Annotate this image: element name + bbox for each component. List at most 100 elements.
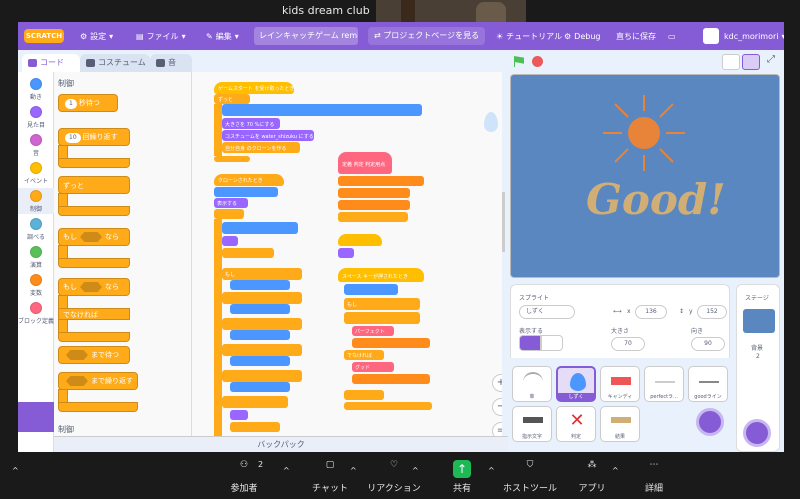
caret-up-icon[interactable]: ^ <box>612 466 619 475</box>
if-block-d[interactable] <box>222 344 302 356</box>
category-control[interactable]: 制御 <box>18 188 54 214</box>
receive-hat-block[interactable]: ゲームスタート を受け取ったとき <box>214 82 294 94</box>
goto-block[interactable] <box>214 187 278 197</box>
backpack[interactable]: バックパック <box>54 436 508 452</box>
wait-block[interactable]: 1 秒待つ <box>58 94 118 112</box>
project-page-button[interactable]: ⇄ プロジェクトページを見る <box>368 27 486 45</box>
caret-up-icon[interactable]: ^ <box>12 466 19 475</box>
add-backdrop-icon[interactable] <box>743 419 771 447</box>
create-clone-block[interactable]: 自分自身 のクローンを作る <box>222 142 300 153</box>
direction-input[interactable]: 90 <box>691 337 725 351</box>
participants-button[interactable]: ⚇ 参加者 <box>214 452 274 499</box>
caret-up-icon[interactable]: ^ <box>350 466 357 475</box>
x-input[interactable]: 136 <box>635 305 667 319</box>
sprite-tile-drop[interactable]: しずく <box>556 366 596 402</box>
change-score-block[interactable] <box>352 338 430 348</box>
change-score-block-2[interactable] <box>352 374 430 384</box>
sprite-tile-judge[interactable]: ✕ 判定 <box>556 406 596 442</box>
show-eye-icon[interactable] <box>519 335 541 351</box>
code-workspace[interactable]: ゲームスタート を受け取ったとき ずっと 大きさを 70 %にする コスチューム… <box>192 72 502 452</box>
hide-eye-icon[interactable] <box>541 335 563 351</box>
category-events[interactable]: イベント <box>18 162 54 185</box>
set-variable-block-3[interactable] <box>338 200 410 210</box>
forever-block-2[interactable] <box>214 209 244 219</box>
if-block-h[interactable] <box>344 312 420 324</box>
file-menu[interactable]: ▤ ファイル ▾ <box>136 22 186 50</box>
create-clone-block-2[interactable] <box>338 212 408 222</box>
caret-up-icon[interactable]: ^ <box>412 466 419 475</box>
fullscreen-icon[interactable]: ⤢ <box>762 54 780 70</box>
size-input[interactable]: 70 <box>611 337 645 351</box>
normal-stage-icon[interactable] <box>742 54 760 70</box>
if-block-c[interactable] <box>222 318 302 330</box>
condition-slot[interactable] <box>80 232 102 242</box>
stop-icon[interactable] <box>532 56 543 67</box>
caret-up-icon[interactable]: ^ <box>488 466 495 475</box>
if-block-f[interactable] <box>222 396 288 408</box>
category-sensing[interactable]: 調べる <box>18 218 54 241</box>
change-x-block-5[interactable] <box>230 382 290 392</box>
category-variables[interactable]: 変数 <box>18 274 54 297</box>
save-now-button[interactable]: 直ちに保存 <box>616 22 656 50</box>
my-stuff-icon[interactable]: ▭ <box>668 22 676 50</box>
stage-thumbnail[interactable] <box>743 309 775 333</box>
chat-button[interactable]: ▢ チャット <box>300 452 360 499</box>
glide-block[interactable] <box>222 104 422 116</box>
change-y-block[interactable] <box>222 222 298 234</box>
key-pressed-hat[interactable]: スペース キーが押されたとき <box>338 268 424 282</box>
if-block-g[interactable]: もし <box>344 298 420 310</box>
wait-until-block[interactable]: まで待つ <box>58 346 130 364</box>
sprite-tile-perfect-line[interactable]: perfectラ... <box>644 366 684 402</box>
forever-block[interactable]: ずっと <box>214 94 250 104</box>
costume-block[interactable]: コスチュームを water_shizuku にする <box>222 130 314 141</box>
debug-button[interactable]: ⚙ Debug <box>564 22 600 50</box>
show-block[interactable]: 表示する <box>214 198 248 208</box>
category-looks[interactable]: 見た目 <box>18 106 54 129</box>
hide-block[interactable] <box>222 236 238 246</box>
scratch-logo[interactable]: SCRATCH <box>24 29 64 43</box>
more-button[interactable]: ⋯ 詳細 <box>624 452 684 499</box>
participant-video[interactable] <box>376 0 526 22</box>
add-extension-button[interactable] <box>18 402 54 432</box>
if-block-e[interactable] <box>222 370 302 382</box>
category-sound[interactable]: 音 <box>18 134 54 157</box>
hide-block-3[interactable] <box>338 248 354 258</box>
if-block-b[interactable] <box>222 292 302 304</box>
define-block[interactable]: 定義 判定 判定用点 <box>338 152 392 174</box>
apps-button[interactable]: ⁂ アプリ <box>562 452 622 499</box>
sprite-name-input[interactable]: しずく <box>519 305 575 319</box>
clone-hat-block[interactable]: クローンされたとき <box>214 174 284 186</box>
host-tools-button[interactable]: ⛉ ホストツール <box>500 452 560 499</box>
tab-costume[interactable]: コスチューム <box>80 54 150 72</box>
zoom-out-icon[interactable]: − <box>492 398 502 416</box>
change-x-block-4[interactable] <box>230 356 290 366</box>
user-menu[interactable]: kdc_morimori ▾ <box>724 22 784 50</box>
sprite-tile-umbrella[interactable]: 傘 <box>512 366 552 402</box>
hide-block-2[interactable] <box>230 410 248 420</box>
judge-block-2[interactable]: グッド <box>352 362 394 372</box>
wait-field[interactable]: 1 <box>65 99 77 109</box>
stage-panel[interactable]: ステージ 背景 2 <box>736 284 780 452</box>
change-x-block[interactable] <box>230 280 290 290</box>
size-block[interactable]: 大きさを 70 %にする <box>222 118 280 129</box>
when-clicked-hat[interactable] <box>338 234 382 246</box>
condition-slot[interactable] <box>66 350 88 360</box>
if-block-a[interactable]: もし <box>222 268 302 280</box>
change-x-block-3[interactable] <box>230 330 290 340</box>
caret-up-icon[interactable]: ^ <box>283 466 290 475</box>
reactions-button[interactable]: ♡ リアクション <box>364 452 424 499</box>
category-motion[interactable]: 動き <box>18 78 54 101</box>
edit-menu[interactable]: ✎ 編集 ▾ <box>206 22 239 50</box>
small-stage-icon[interactable] <box>722 54 740 70</box>
else-block-2[interactable] <box>344 390 384 400</box>
change-y-block-2[interactable] <box>344 284 398 295</box>
sprite-tile-instruction[interactable]: 指示文字 <box>512 406 552 442</box>
share-button[interactable]: ↑ 共有 <box>432 452 492 499</box>
delete-clone-block[interactable] <box>222 248 274 258</box>
condition-slot[interactable] <box>66 376 88 386</box>
repeat-until-block[interactable]: まで繰り返す <box>58 372 138 390</box>
y-input[interactable]: 152 <box>697 305 727 319</box>
if-else-block[interactable]: もし なら <box>58 278 130 296</box>
set-variable-block[interactable] <box>338 176 424 186</box>
sprite-tile-result[interactable]: 結果 <box>600 406 640 442</box>
